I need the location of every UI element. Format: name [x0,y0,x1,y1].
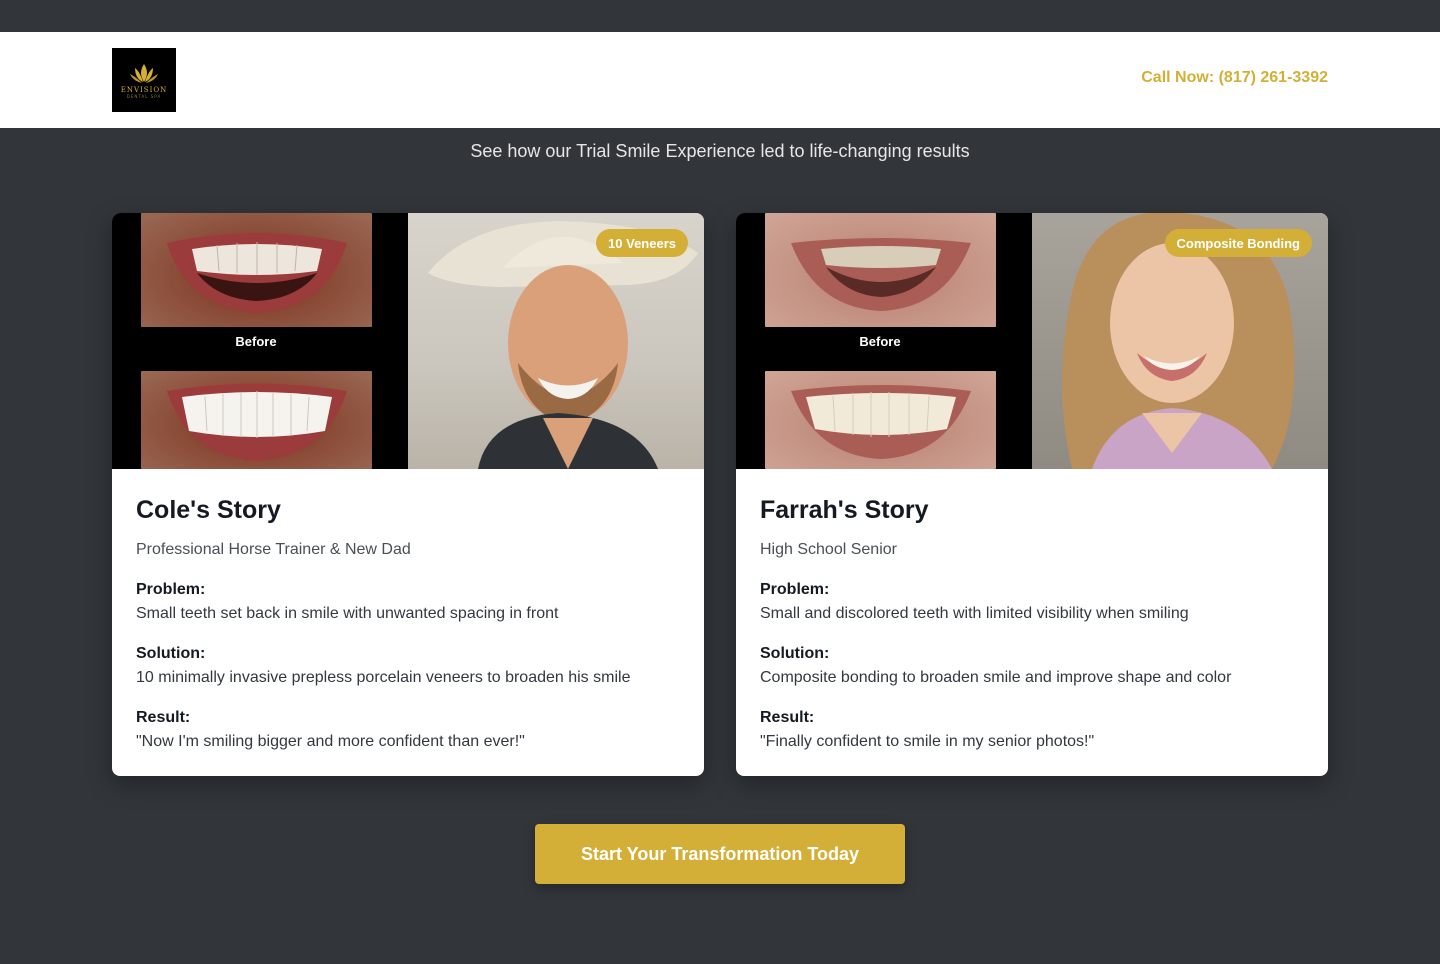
result-text: "Finally confident to smile in my senior… [760,733,1095,750]
story-subtitle: Professional Horse Trainer & New Dad [136,541,411,558]
solution-label: Solution: [760,645,830,662]
logo-subtext: DENTAL SPA [126,93,162,99]
cole-portrait: 10 Veneers [408,213,704,469]
story-images: Before [736,213,1328,469]
result-text: "Now I'm smiling bigger and more confide… [136,733,525,750]
treatment-badge: 10 Veneers [596,229,688,257]
before-after-image: Before [112,213,408,469]
problem-text: Small and discolored teeth with limited … [760,605,1189,622]
before-smile-photo [765,213,996,327]
result-label: Result: [136,709,191,726]
site-header: ENVISION DENTAL SPA Call Now: (817) 261-… [0,32,1440,128]
before-smile-photo [141,213,372,327]
problem-text: Small teeth set back in smile with unwan… [136,605,559,622]
result-label: Result: [760,709,815,726]
story-card-cole: Before 10 Veneers Cole's Story Professio… [112,213,704,776]
story-images: Before [112,213,704,469]
story-title: Farrah's Story [760,496,929,524]
story-card-farrah: Before Composite Bonding Farrah's Story … [736,213,1328,776]
lotus-icon [130,63,158,83]
treatment-badge: Composite Bonding [1164,229,1312,257]
before-label: Before [859,334,901,349]
start-transformation-button[interactable]: Start Your Transformation Today [535,824,905,884]
story-subtitle: High School Senior [760,541,897,558]
story-title: Cole's Story [136,496,281,524]
after-smile-photo [141,371,372,469]
logo-wordmark: ENVISION [120,85,168,94]
problem-label: Problem: [136,581,206,598]
problem-label: Problem: [760,581,830,598]
after-smile-photo [765,371,996,469]
solution-text: 10 minimally invasive prepless porcelain… [136,669,631,686]
top-bar [0,0,1440,32]
solution-label: Solution: [136,645,206,662]
envision-logo[interactable]: ENVISION DENTAL SPA [112,48,176,112]
section-subtitle: See how our Trial Smile Experience led t… [470,141,970,161]
farrah-portrait: Composite Bonding [1032,213,1328,469]
before-label: Before [235,334,277,349]
call-now-link[interactable]: Call Now: (817) 261-3392 [1141,69,1328,87]
before-after-image: Before [736,213,1032,469]
solution-text: Composite bonding to broaden smile and i… [760,669,1232,686]
